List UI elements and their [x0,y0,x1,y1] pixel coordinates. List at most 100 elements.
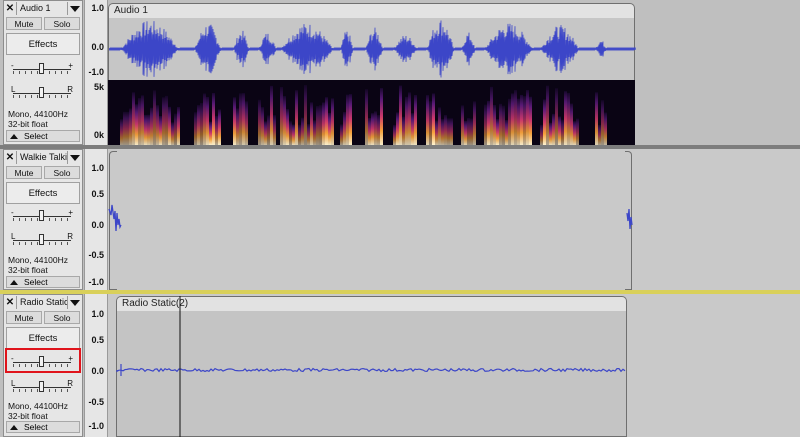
spectrogram-band [508,98,511,145]
ruler-label: 5k [93,82,104,92]
spectrogram-band [298,124,301,145]
spectrogram-band [573,121,576,145]
spectrogram-band [576,118,579,145]
spectrogram-band [464,120,467,145]
spectrogram-band [502,105,505,145]
spectrogram-band [435,120,438,145]
spectrogram-band [129,108,132,145]
spectrogram-band [564,91,567,145]
spectrogram-band [380,88,383,145]
select-label: Select [24,131,48,141]
chevron-down-icon[interactable] [68,2,82,15]
spectrogram-band [174,113,177,145]
spectrogram-band [132,92,135,145]
effects-button[interactable]: Effects [6,33,80,55]
spectrogram-band [444,114,447,145]
spectrogram-band [365,89,368,145]
spectrogram-band [402,116,405,145]
spectrogram-band [438,107,441,145]
spectrogram-band [307,124,310,145]
solo-button[interactable]: Solo [44,17,80,30]
spectrogram-band [212,93,215,145]
spectrogram-band [470,118,473,145]
spectrogram-band [377,115,380,145]
spectrogram-band [165,95,168,145]
spectrogram-band [399,85,402,145]
spectrogram-band [273,115,276,145]
close-icon[interactable]: ✕ [4,2,17,15]
spectrogram-band [450,118,453,145]
track-walkie-talkie: ✕ Walkie Talkie Mute Solo Effects - + L … [0,149,800,290]
spectrogram-band [120,119,123,145]
spectrogram-band [499,103,502,145]
track-control-panel: ✕ Audio 1 Mute Solo Effects - + L R Mono… [3,0,83,145]
pan-slider-thumb[interactable] [39,87,44,98]
spectrogram-band [270,85,273,145]
spectrogram-band [126,111,129,145]
spectrogram-band [147,114,150,145]
spectrogram-band [156,105,159,145]
spectrogram-band [570,103,573,145]
spectrogram-band [514,90,517,145]
spectrogram-band [529,96,532,145]
waveform-clip[interactable] [108,18,636,80]
spectrogram-band [543,99,546,145]
spectrogram-band [343,111,346,145]
track-name-button[interactable]: Audio 1 [17,2,68,15]
spectrogram-band [144,114,147,145]
clip-title: Audio 1 [114,5,148,16]
waveform-graphic [109,20,636,78]
spectrogram-band [236,108,239,145]
spectrogram-band [526,90,529,145]
spectrogram-band [447,118,450,145]
spectrogram-band [325,97,328,145]
spectrogram-band [261,107,264,145]
spectrogram-band [233,97,236,145]
spectrogram-band [598,124,601,145]
spectrogram-band [374,111,377,145]
mute-button[interactable]: Mute [6,17,42,30]
pan-slider[interactable]: L R [11,83,73,101]
spectrogram-band [371,113,374,145]
spectrogram-band [411,113,414,145]
spectrogram-band [523,96,526,145]
spectrogram-band [496,119,499,145]
waveform-graphic [108,204,633,232]
spectrogram-band [601,100,604,145]
amplitude-ruler: 1.0 0.0 -1.0 [84,0,108,80]
spectrogram-band [408,92,411,145]
spectrogram-band [490,86,493,145]
spectrogram-band [141,95,144,145]
spectrogram-band [461,105,464,145]
spectrogram-band [467,117,470,145]
ruler-label: 0k [93,130,104,140]
spectrogram-band [267,115,270,145]
spectrogram[interactable] [108,80,635,145]
spectrogram-band [171,122,174,145]
clip-title-bar[interactable]: Audio 1 [108,3,635,18]
spectrogram-band [319,105,322,145]
spectrogram-band [517,98,520,145]
spectrogram-graphic [120,85,607,145]
spectrogram-band [206,96,209,145]
spectrogram-band [138,98,141,145]
spectrogram-band [150,107,153,145]
gain-slider-thumb[interactable] [39,63,44,74]
spectrogram-band [289,121,292,145]
spectrogram-band [368,117,371,145]
spectrogram-band [432,93,435,145]
spectrogram-band [340,124,343,145]
bit-depth-text: 32-bit float [8,119,48,129]
track-format-info: Mono, 44100Hz 32-bit float [8,109,68,129]
spectrogram-band [280,87,283,145]
spectrogram-band [301,117,304,145]
collapse-icon[interactable] [10,133,18,139]
spectrogram-band [242,93,245,145]
ruler-label: -1.0 [88,67,104,77]
spectrogram-band [159,116,162,145]
gain-slider[interactable]: - + [11,59,73,77]
select-button[interactable]: Select [6,130,80,142]
spectrogram-band [215,115,218,145]
ruler-label: 1.0 [91,3,104,13]
spectrogram-band [540,124,543,145]
